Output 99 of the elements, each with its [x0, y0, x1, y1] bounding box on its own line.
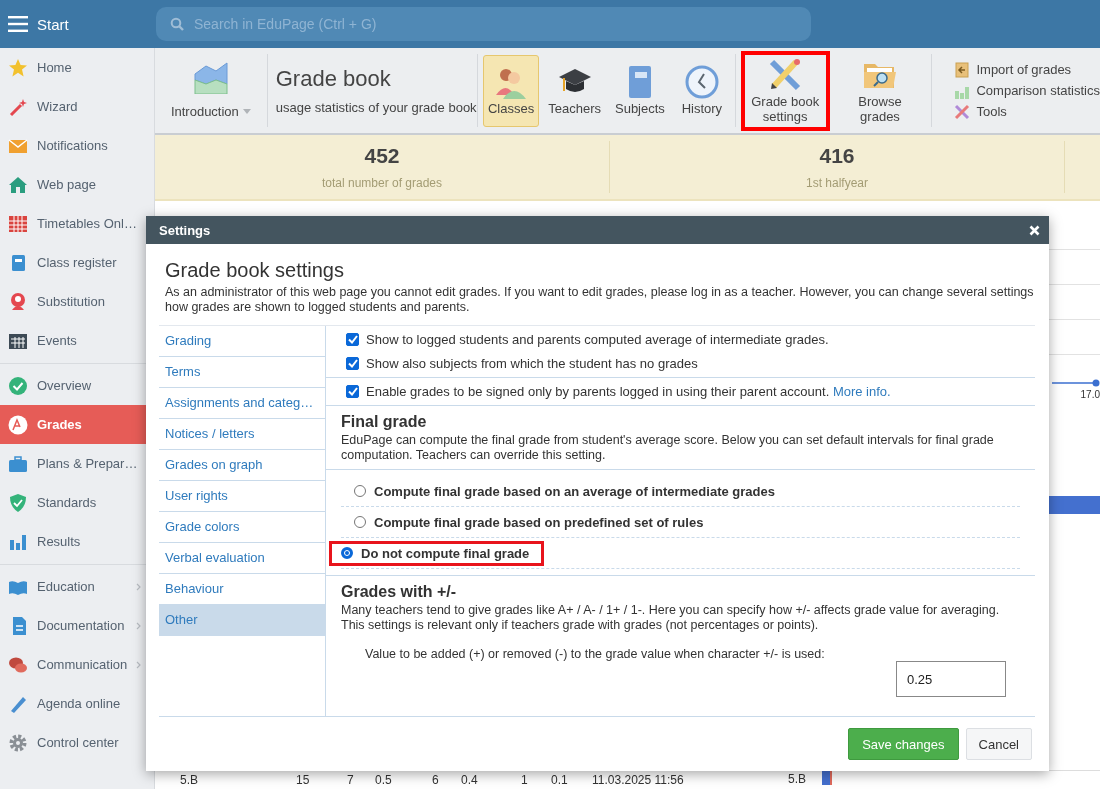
- checkbox[interactable]: [346, 385, 359, 398]
- sidebar-item[interactable]: Wizard: [0, 87, 154, 126]
- field-label: Value to be added (+) or removed (-) to the grade value when character +/- is used:: [365, 647, 826, 661]
- page-title: Grade book: [275, 66, 392, 92]
- toolbar-button[interactable]: Classes: [483, 54, 540, 127]
- radio-label: Compute final grade based on an average of intermediate grades: [374, 483, 775, 499]
- checkbox-label: Show also subjects from which the student has no grades: [366, 356, 698, 371]
- radio-label: Do not compute final grade: [361, 545, 530, 561]
- section-description: EduPage can compute the final grade from student's average score. Below you can set default intervals for final grade computation. Teachers can override this setting.: [341, 433, 995, 463]
- sidebar-item[interactable]: Timetables Onl…: [0, 204, 154, 243]
- shield-check-icon: [8, 492, 28, 513]
- pencil-ruler-icon: [768, 57, 803, 92]
- clock-icon: [684, 65, 719, 99]
- table-cell: 6: [432, 773, 439, 787]
- dialog-title: Settings: [159, 222, 211, 238]
- section-heading: Final grade: [341, 413, 428, 431]
- chart-label: 5.B: [788, 772, 806, 786]
- table-cell: 0.5: [375, 773, 392, 787]
- value-field[interactable]: 0.25: [896, 661, 1006, 697]
- briefcase-icon: [8, 453, 28, 474]
- star-icon: [8, 57, 28, 78]
- caret-icon: [242, 109, 251, 114]
- checkbox-label: Enable grades to be signed only by parents logged in using their parent account. More info.: [366, 384, 891, 399]
- introduction-menu[interactable]: Introduction: [155, 54, 268, 127]
- more-info-link[interactable]: More info.: [832, 384, 891, 399]
- settings-nav-item[interactable]: Grading: [159, 326, 325, 357]
- start-title[interactable]: Start: [37, 15, 147, 33]
- tools-icon: [954, 103, 971, 120]
- sidebar-item[interactable]: Agenda online: [0, 684, 154, 723]
- toolbar-button[interactable]: Subjects: [610, 54, 670, 127]
- sidebar-item[interactable]: Overview: [0, 366, 154, 405]
- settings-nav-item[interactable]: Grades on graph: [159, 450, 325, 481]
- table-cell: 0.4: [461, 773, 478, 787]
- sidebar-item[interactable]: Notifications: [0, 126, 154, 165]
- intro-text: As an administrator of this web page you cannot edit grades. If you want to edit grades, please log in as a teacher. However, you can change several settings how grades are shown to logged students and parents.: [165, 285, 1035, 315]
- sidebar-item[interactable]: Control center: [0, 723, 154, 762]
- radio-button[interactable]: [354, 485, 366, 497]
- table-cell: 5.B: [180, 773, 198, 787]
- checkbox[interactable]: [346, 333, 359, 346]
- sidebar-item[interactable]: Communication: [0, 645, 154, 684]
- chart-bar: [1048, 496, 1100, 514]
- sidebar-item[interactable]: Web page: [0, 165, 154, 204]
- table-cell: 0.1: [551, 773, 568, 787]
- chart-line: [1052, 379, 1100, 387]
- settings-icon: [8, 732, 28, 753]
- radio-label: Compute final grade based on predefined set of rules: [374, 514, 704, 530]
- sidebar-item[interactable]: Documentation: [0, 606, 154, 645]
- stat-label: 1st halfyear: [805, 176, 868, 190]
- page-subtitle: usage statistics of your grade book: [275, 100, 477, 115]
- stat-value: 452: [364, 144, 400, 168]
- table-cell: 1: [521, 773, 528, 787]
- checkbox[interactable]: [346, 357, 359, 370]
- import-icon: [954, 61, 971, 78]
- toolbar-link[interactable]: Tools: [954, 103, 1100, 120]
- grade-badge-icon: [8, 414, 28, 435]
- check-circle-icon: [8, 375, 28, 396]
- chart-bar: [822, 771, 832, 785]
- toolbar-button[interactable]: History: [673, 54, 730, 127]
- sidebar-item[interactable]: Standards: [0, 483, 154, 522]
- toolbar-link[interactable]: Comparison statistics: [954, 82, 1100, 99]
- toolbar-button[interactable]: Browse grades: [833, 54, 927, 127]
- person-icon: [8, 291, 28, 312]
- dialog-heading: Grade book settings: [165, 259, 345, 282]
- sidebar-item[interactable]: Class register: [0, 243, 154, 282]
- sidebar-item[interactable]: Plans & Prepar…: [0, 444, 154, 483]
- sidebar-item[interactable]: Home: [0, 48, 154, 87]
- sidebar-item[interactable]: Education: [0, 567, 154, 606]
- settings-nav-item[interactable]: Verbal evaluation: [159, 543, 325, 574]
- timetable-grid-icon: [8, 213, 28, 234]
- toolbar-button[interactable]: Grade book settings: [740, 50, 830, 131]
- radio-button[interactable]: [354, 516, 366, 528]
- cancel-button[interactable]: Cancel: [965, 728, 1032, 760]
- settings-nav-item[interactable]: User rights: [159, 481, 325, 512]
- sidebar-item[interactable]: Events: [0, 321, 154, 360]
- settings-nav-item[interactable]: Assignments and categ…: [159, 388, 325, 419]
- toolbar-button[interactable]: Teachers: [543, 54, 606, 127]
- search-field[interactable]: Search in EduPage (Ctrl + G): [156, 7, 811, 41]
- table-cell: 11.03.2025 11:56: [592, 773, 684, 787]
- stat-label: total number of grades: [321, 176, 443, 190]
- sidebar-item[interactable]: Results: [0, 522, 154, 561]
- toolbar-link[interactable]: Import of grades: [954, 61, 1100, 78]
- settings-nav-item[interactable]: Notices / letters: [159, 419, 325, 450]
- chart-label: 17.0: [1080, 389, 1100, 400]
- house-icon: [8, 174, 28, 195]
- table-cell: 15: [296, 773, 310, 787]
- settings-nav-item[interactable]: Terms: [159, 357, 325, 388]
- section-description: Many teachers tend to give grades like A+ / A- / 1+ / 1-. Here you can specify how +/- affects grade value for averaging. This settings is relevant only if teachers grade with grades (not percentages or points).: [341, 603, 1001, 633]
- radio-button[interactable]: [341, 547, 353, 559]
- area-chart-icon: [193, 62, 228, 94]
- menu-icon[interactable]: [8, 16, 28, 32]
- close-icon[interactable]: [1029, 224, 1040, 236]
- search-icon: [170, 17, 184, 31]
- checkbox-label: Show to logged students and parents computed average of intermediate grades.: [366, 332, 829, 347]
- sidebar-item[interactable]: Substitution: [0, 282, 154, 321]
- stat-value: 416: [819, 144, 855, 168]
- table-cell: 7: [347, 773, 354, 787]
- section-heading: Grades with +/-: [341, 583, 458, 601]
- settings-nav-item[interactable]: Grade colors: [159, 512, 325, 543]
- settings-nav-item[interactable]: Other: [159, 605, 325, 636]
